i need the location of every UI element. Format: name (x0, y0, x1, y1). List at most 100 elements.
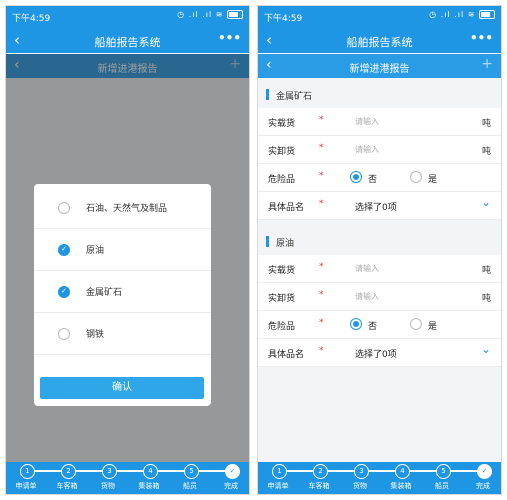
picker-option-steel[interactable]: 钢铁 (34, 314, 211, 355)
step-2[interactable]: 2 (313, 464, 328, 479)
field-label: 具体品名 (268, 203, 305, 213)
loaded-cargo-row: 实载货 * 请输入 吨 (258, 255, 501, 283)
step-label: 船员 (183, 482, 197, 490)
step-4[interactable]: 4 (143, 464, 158, 479)
dangerous-goods-row: 危险品 * 否 是 (258, 164, 501, 192)
step-2[interactable]: 2 (61, 464, 76, 479)
step-label: 完成 (476, 482, 490, 490)
unloaded-cargo-row: 实卸货 * 请输入 吨 (258, 283, 501, 311)
status-bar: 下午4:59 ◷ .ıl .ıl ≋ (258, 6, 501, 28)
step-3[interactable]: 3 (354, 464, 369, 479)
step-label: 货物 (353, 482, 367, 490)
status-icons: ◷ .ıl .ıl ≋ (177, 10, 243, 19)
product-selection-value: 选择了0项 (355, 203, 397, 213)
step-done-check-icon[interactable]: ✓ (477, 464, 492, 479)
step-label: 集装箱 (390, 482, 412, 490)
picker-option-petroleum[interactable]: 石油、天然气及制品 (34, 188, 211, 229)
status-bar: 下午4:59 ◷ .ıl .ıl ≋ (6, 6, 249, 28)
radio-yes-label: 是 (428, 322, 438, 332)
product-name-row[interactable]: 具体品名 * 选择了0项 ⌄ (258, 339, 501, 367)
step-label: 完成 (224, 482, 238, 490)
progress-stepper: 1 2 3 4 5 ✓ 申请单 车客箱 货物 集装箱 船员 完成 (6, 462, 249, 494)
product-selection-value: 选择了0项 (355, 350, 397, 360)
radio-yes-icon[interactable] (410, 318, 422, 330)
step-label: 船员 (435, 482, 449, 490)
step-5[interactable]: 5 (436, 464, 451, 479)
step-label: 货物 (101, 482, 115, 490)
required-mark: * (319, 199, 324, 209)
field-label: 实卸货 (268, 147, 296, 157)
required-mark: * (319, 143, 324, 153)
loaded-cargo-row: 实载货 * 请输入 吨 (258, 108, 501, 136)
confirm-button[interactable]: 确认 (40, 377, 204, 399)
subpage-bar: ‹ 新增进港报告 + (258, 54, 501, 78)
checked-radio-icon (58, 286, 70, 298)
section-title: 金属矿石 (276, 92, 313, 102)
picker-option-metal-ore[interactable]: 金属矿石 (34, 272, 211, 313)
step-done-check-icon[interactable]: ✓ (225, 464, 240, 479)
step-label: 申请单 (15, 482, 37, 490)
unchecked-radio-icon (58, 328, 70, 340)
picker-option-label: 原油 (86, 246, 105, 256)
signal-icons: ◷ .ıl .ıl ≋ (429, 10, 476, 19)
section-header-metal-ore: 金属矿石 (258, 84, 501, 104)
required-mark: * (319, 262, 324, 272)
field-label: 实载货 (268, 266, 296, 276)
picker-option-label: 石油、天然气及制品 (86, 204, 168, 214)
step-4[interactable]: 4 (395, 464, 410, 479)
picker-option-crude-oil[interactable]: 原油 (34, 230, 211, 271)
step-label: 申请单 (267, 482, 289, 490)
step-1[interactable]: 1 (272, 464, 287, 479)
progress-stepper: 1 2 3 4 5 ✓ 申请单 车客箱 货物 集装箱 船员 完成 (258, 462, 501, 494)
product-name-row[interactable]: 具体品名 * 选择了0项 ⌄ (258, 192, 501, 220)
required-mark: * (319, 115, 324, 125)
app-title: 船舶报告系统 (346, 36, 413, 49)
required-mark: * (319, 318, 324, 328)
app-title: 船舶报告系统 (94, 36, 161, 49)
chevron-down-icon[interactable]: ⌄ (481, 342, 491, 356)
unchecked-radio-icon (58, 202, 70, 214)
required-mark: * (319, 171, 324, 181)
step-5[interactable]: 5 (184, 464, 199, 479)
section-title: 原油 (276, 239, 295, 249)
more-icon[interactable]: ••• (470, 31, 493, 45)
section-accent-bar (266, 89, 269, 100)
unloaded-cargo-input[interactable]: 请输入 (355, 291, 379, 302)
radio-no-selected-icon[interactable] (350, 171, 362, 183)
required-mark: * (319, 346, 324, 356)
checked-radio-icon (58, 244, 70, 256)
picker-option-label: 钢铁 (86, 330, 105, 340)
signal-icons: ◷ .ıl .ıl ≋ (177, 10, 224, 19)
phone-left: 下午4:59 ◷ .ıl .ıl ≋ ‹ 船舶报告系统 ••• ‹ 新增进港报告… (5, 5, 250, 495)
step-label: 集装箱 (138, 482, 160, 490)
section-accent-bar (266, 236, 269, 247)
unit-label: 吨 (481, 266, 491, 276)
radio-no-label: 否 (368, 175, 378, 185)
status-time: 下午4:59 (264, 14, 303, 24)
radio-yes-icon[interactable] (410, 171, 422, 183)
battery-icon (479, 10, 495, 19)
radio-yes-label: 是 (428, 175, 438, 185)
cargo-type-picker: 石油、天然气及制品 原油 金属矿石 钢铁 确认 (34, 184, 211, 406)
add-icon[interactable]: + (481, 56, 493, 72)
unloaded-cargo-input[interactable]: 请输入 (355, 144, 379, 155)
status-time: 下午4:59 (12, 14, 51, 24)
radio-no-label: 否 (368, 322, 378, 332)
radio-no-selected-icon[interactable] (350, 318, 362, 330)
status-icons: ◷ .ıl .ıl ≋ (429, 10, 495, 19)
step-1[interactable]: 1 (20, 464, 35, 479)
more-icon[interactable]: ••• (218, 31, 241, 45)
field-label: 实卸货 (268, 294, 296, 304)
step-3[interactable]: 3 (102, 464, 117, 479)
phone-right: 下午4:59 ◷ .ıl .ıl ≋ ‹ 船舶报告系统 ••• ‹ 新增进港报告… (257, 5, 502, 495)
app-navbar: ‹ 船舶报告系统 ••• (6, 28, 249, 53)
dangerous-goods-row: 危险品 * 否 是 (258, 311, 501, 339)
step-label: 车客箱 (308, 482, 330, 490)
loaded-cargo-input[interactable]: 请输入 (355, 263, 379, 274)
loaded-cargo-input[interactable]: 请输入 (355, 116, 379, 127)
app-navbar: ‹ 船舶报告系统 ••• (258, 28, 501, 53)
section-header-crude-oil: 原油 (258, 231, 501, 251)
field-label: 危险品 (268, 175, 296, 185)
unit-label: 吨 (481, 294, 491, 304)
chevron-down-icon[interactable]: ⌄ (481, 195, 491, 209)
